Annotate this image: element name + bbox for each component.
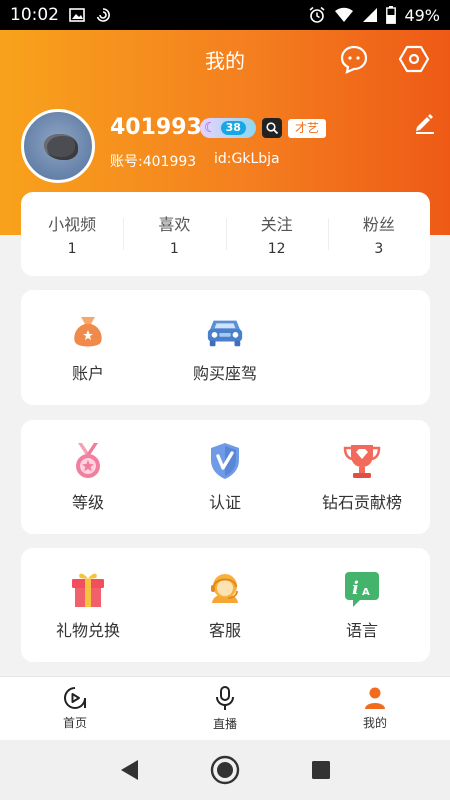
wallet-card: 账户 购买座驾 <box>21 290 430 405</box>
page-title: 我的 <box>205 48 245 73</box>
user-id: id:GkLbja <box>214 151 280 167</box>
money-bag-icon <box>68 312 108 352</box>
edit-pencil-icon <box>416 114 434 134</box>
stat-value: 3 <box>374 241 384 257</box>
chat-bubble-icon <box>340 45 368 74</box>
nav-label: 直播 <box>212 717 237 731</box>
svg-text:A: A <box>362 587 370 598</box>
bottom-navigation: 首页 直播 我的 <box>0 676 450 740</box>
customer-service-menu-item[interactable]: 客服 <box>160 548 290 662</box>
username: 401993 <box>110 115 202 140</box>
stat-label: 粉丝 <box>362 215 395 234</box>
magnifier-icon <box>266 122 279 135</box>
microphone-icon <box>216 686 234 710</box>
home-play-icon <box>64 687 86 709</box>
nav-mine[interactable]: 我的 <box>300 677 450 740</box>
status-time: 10:02 <box>10 5 59 25</box>
search-badge <box>262 118 282 138</box>
stat-value: 12 <box>267 241 286 257</box>
moon-icon: ☾ <box>204 120 217 136</box>
nav-home[interactable]: 首页 <box>0 677 150 740</box>
stat-value: 1 <box>67 241 77 257</box>
account-number: 账号:401993 <box>110 154 197 170</box>
home-circle-icon[interactable] <box>210 755 240 785</box>
menu-label: 客服 <box>208 621 241 640</box>
achievements-card: 等级 认证 钻石贡献榜 <box>21 420 430 534</box>
stat-fans[interactable]: 粉丝 3 <box>327 206 430 262</box>
medal-icon <box>68 441 108 481</box>
buy-car-menu-item[interactable]: 购买座驾 <box>160 290 290 405</box>
trophy-icon <box>342 441 382 481</box>
settings-button[interactable] <box>396 41 432 77</box>
menu-label: 钻石贡献榜 <box>321 493 402 512</box>
stat-label: 小视频 <box>48 215 97 234</box>
signal-icon <box>363 8 378 22</box>
menu-label: 语言 <box>345 621 378 640</box>
stat-videos[interactable]: 小视频 1 <box>21 206 123 262</box>
swirl-notification-icon <box>96 8 110 22</box>
recents-square-icon[interactable] <box>310 759 332 781</box>
app-header: 我的 <box>0 30 450 88</box>
stat-likes[interactable]: 喜欢 1 <box>123 206 225 262</box>
stat-value: 1 <box>169 241 179 257</box>
car-icon <box>205 312 245 352</box>
stat-label: 关注 <box>260 215 293 234</box>
menu-label: 认证 <box>208 493 241 512</box>
menu-label: 礼物兑换 <box>55 621 120 640</box>
nav-label: 我的 <box>362 716 387 730</box>
person-icon <box>365 687 385 709</box>
headset-agent-icon <box>205 569 245 609</box>
level-number: 38 <box>220 121 246 135</box>
shield-v-icon <box>205 441 245 481</box>
language-menu-item[interactable]: iA 语言 <box>297 548 427 662</box>
level-badge: ☾ 38 <box>200 118 256 138</box>
menu-label: 账户 <box>71 363 104 383</box>
nav-live[interactable]: 直播 <box>150 677 300 740</box>
stat-following[interactable]: 关注 12 <box>225 206 328 262</box>
gift-exchange-menu-item[interactable]: 礼物兑换 <box>23 548 153 662</box>
wifi-icon <box>335 7 354 23</box>
back-icon[interactable] <box>118 758 140 782</box>
system-navigation <box>0 740 450 800</box>
talent-tag: 才艺 <box>288 119 327 138</box>
account-menu-item[interactable]: 账户 <box>23 290 153 405</box>
menu-label: 购买座驾 <box>192 363 257 383</box>
settings-hex-icon <box>398 45 430 73</box>
language-icon: iA <box>342 569 382 609</box>
battery-icon <box>386 6 397 24</box>
messages-button[interactable] <box>336 41 372 77</box>
edit-profile-button[interactable] <box>412 110 436 134</box>
status-bar: 10:02 49% <box>0 0 450 30</box>
image-notification-icon <box>69 8 85 22</box>
level-menu-item[interactable]: 等级 <box>23 420 153 534</box>
alarm-icon <box>309 6 325 23</box>
battery-percent: 49% <box>404 5 440 25</box>
avatar-image <box>44 134 78 160</box>
menu-label: 等级 <box>71 493 104 512</box>
verify-menu-item[interactable]: 认证 <box>160 420 290 534</box>
avatar[interactable] <box>21 109 95 183</box>
stat-label: 喜欢 <box>158 215 191 234</box>
gift-icon <box>68 569 108 609</box>
nav-label: 首页 <box>62 716 87 730</box>
services-card: 礼物兑换 客服 iA 语言 <box>21 548 430 662</box>
svg-text:i: i <box>352 578 359 599</box>
diamond-rank-menu-item[interactable]: 钻石贡献榜 <box>297 420 427 534</box>
stats-card: 小视频 1 喜欢 1 关注 12 粉丝 3 <box>21 192 430 276</box>
